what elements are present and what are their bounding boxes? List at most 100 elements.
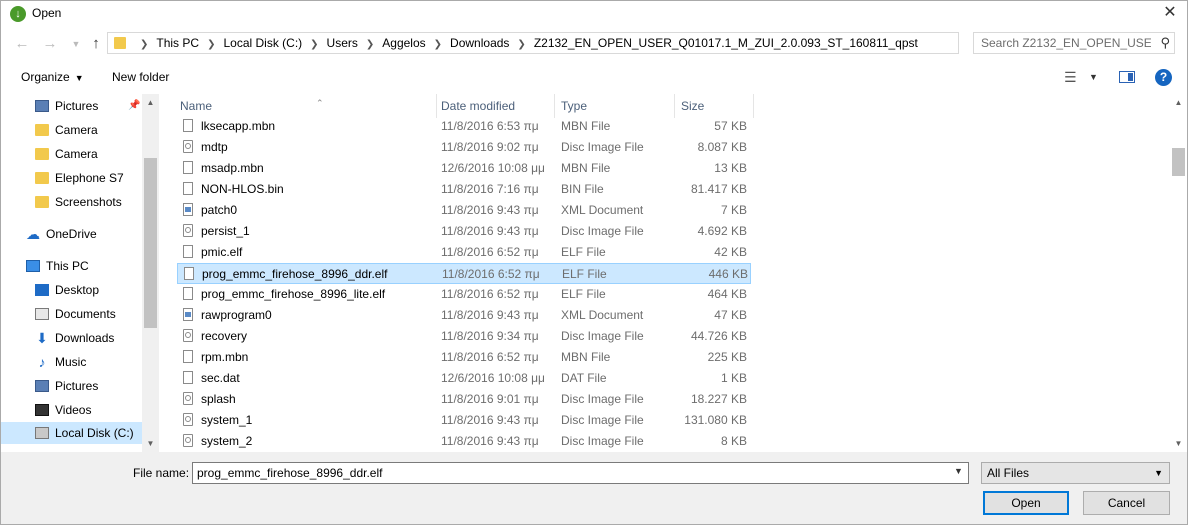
- forward-button[interactable]: →: [41, 34, 59, 54]
- nav-item-desktop[interactable]: Desktop: [35, 279, 99, 301]
- breadcrumb-aggelos[interactable]: Aggelos: [380, 33, 427, 53]
- nav-item-music[interactable]: ♪ Music: [35, 351, 87, 373]
- nav-item-camera-2[interactable]: Camera: [35, 143, 98, 165]
- nav-scroll-thumb[interactable]: [144, 158, 157, 328]
- table-row[interactable]: prog_emmc_firehose_8996_ddr.elf 11/8/2016…: [177, 263, 751, 284]
- open-button[interactable]: Open: [983, 491, 1069, 515]
- table-row[interactable]: recovery 11/8/2016 9:34 πμ Disc Image File…: [177, 326, 751, 347]
- file-name-input[interactable]: [192, 462, 969, 484]
- table-row[interactable]: msadp.mbn 12/6/2016 10:08 μμ MBN File 13 KB: [177, 158, 751, 179]
- column-header-name[interactable]: Name ⌃: [174, 94, 437, 118]
- nav-scrollbar[interactable]: ▲ ▼: [142, 94, 159, 452]
- scroll-up-icon[interactable]: ▲: [142, 94, 159, 111]
- table-row[interactable]: lksecapp.mbn 11/8/2016 6:53 πμ MBN File 57 …: [177, 116, 751, 137]
- scroll-down-icon[interactable]: ▼: [142, 435, 159, 452]
- file-name-text: splash: [201, 392, 236, 406]
- preview-pane-icon[interactable]: [1119, 71, 1135, 83]
- table-row[interactable]: pmic.elf 11/8/2016 6:52 πμ ELF File 42 KB: [177, 242, 751, 263]
- up-button[interactable]: ↑: [87, 34, 105, 54]
- table-row[interactable]: persist_1 11/8/2016 9:43 πμ Disc Image Fil…: [177, 221, 751, 242]
- search-icon: ⚲: [1160, 35, 1170, 50]
- cancel-button[interactable]: Cancel: [1083, 491, 1170, 515]
- disc-image-icon: [183, 329, 193, 343]
- help-icon[interactable]: ?: [1155, 69, 1172, 86]
- table-row[interactable]: mdtp 11/8/2016 9:02 πμ Disc Image File 8.08…: [177, 137, 751, 158]
- pictures-icon: [35, 99, 49, 112]
- file-size-cell: 8 KB: [720, 434, 747, 448]
- organize-label: Organize: [21, 70, 70, 84]
- nav-item-videos[interactable]: Videos: [35, 399, 91, 421]
- table-row[interactable]: rawprogram0 11/8/2016 9:43 πμ XML Document…: [177, 305, 751, 326]
- column-header-date[interactable]: Date modified: [435, 94, 555, 118]
- column-header-type[interactable]: Type: [555, 94, 675, 118]
- nav-item-camera[interactable]: Camera: [35, 119, 98, 141]
- chevron-right-icon[interactable]: ❯: [304, 35, 324, 55]
- file-size-cell: 13 KB: [714, 161, 747, 175]
- column-header-size[interactable]: Size: [675, 94, 754, 118]
- table-row[interactable]: system_1 11/8/2016 9:43 πμ Disc Image File…: [177, 410, 751, 431]
- file-name-cell: NON-HLOS.bin: [183, 179, 433, 200]
- address-bar[interactable]: ❯ This PC ❯ Local Disk (C:) ❯ Users ❯ Aggelos ❯ D…: [107, 32, 1060, 55]
- table-row[interactable]: NON-HLOS.bin 11/8/2016 7:16 πμ BIN File 81.…: [177, 179, 751, 200]
- date-modified-cell: 11/8/2016 9:43 πμ: [441, 203, 539, 217]
- search-input[interactable]: Search Z2132_EN_OPEN_USER.... ⚲: [973, 32, 1175, 54]
- date-modified-cell: 12/6/2016 10:08 μμ: [441, 371, 545, 385]
- table-row[interactable]: sec.dat 12/6/2016 10:08 μμ DAT File 1 KB: [177, 368, 751, 389]
- chevron-right-icon[interactable]: ❯: [428, 35, 448, 55]
- file-type-cell: XML Document: [561, 308, 644, 322]
- nav-item-elephone-s7[interactable]: Elephone S7: [35, 167, 124, 189]
- breadcrumb-current-folder[interactable]: Z2132_EN_OPEN_USER_Q01017.1_M_ZUI_2.0.09…: [532, 33, 920, 53]
- onedrive-icon: ☁: [26, 225, 40, 242]
- file-name-dropdown-icon[interactable]: ▼: [954, 466, 963, 476]
- chevron-down-icon[interactable]: ▼: [1089, 72, 1098, 82]
- breadcrumb-downloads[interactable]: Downloads: [448, 33, 511, 53]
- file-name-text: system_2: [201, 434, 253, 448]
- file-size-cell: 44.726 KB: [690, 329, 747, 343]
- chevron-right-icon[interactable]: ❯: [201, 35, 221, 55]
- nav-item-label: Videos: [55, 403, 92, 417]
- chevron-right-icon[interactable]: ❯: [511, 35, 531, 55]
- date-modified-cell: 11/8/2016 9:01 πμ: [441, 392, 539, 406]
- table-row[interactable]: prog_emmc_firehose_8996_lite.elf 11/8/201…: [177, 284, 751, 305]
- xml-icon: [183, 203, 193, 217]
- close-icon: ✕: [1163, 4, 1177, 21]
- table-row[interactable]: system_2 11/8/2016 9:43 πμ Disc Image File…: [177, 431, 751, 452]
- date-modified-cell: 11/8/2016 6:52 πμ: [441, 287, 539, 301]
- nav-item-pictures[interactable]: Pictures: [35, 375, 98, 397]
- nav-item-pictures-quick[interactable]: Pictures: [35, 95, 98, 117]
- view-options-icon[interactable]: ☰: [1064, 69, 1077, 86]
- breadcrumb-this-pc[interactable]: This PC: [154, 33, 201, 53]
- new-folder-button[interactable]: New folder: [112, 70, 169, 84]
- file-list-scroll-thumb[interactable]: [1172, 148, 1185, 176]
- scroll-up-icon[interactable]: ▲: [1170, 94, 1187, 111]
- recent-locations-button[interactable]: ▼: [67, 34, 85, 54]
- nav-item-this-pc[interactable]: This PC: [26, 255, 89, 277]
- nav-item-local-disk[interactable]: Local Disk (C:): [1, 422, 142, 444]
- breadcrumb-users[interactable]: Users: [325, 33, 360, 53]
- nav-item-onedrive[interactable]: ☁ OneDrive: [26, 223, 97, 245]
- file-type-select[interactable]: All Files ▼: [981, 462, 1170, 484]
- pin-icon[interactable]: 📌: [128, 100, 140, 111]
- file-type-cell: Disc Image File: [561, 224, 644, 238]
- close-button[interactable]: ✕: [1153, 1, 1187, 27]
- file-size-cell: 57 KB: [714, 119, 747, 133]
- table-row[interactable]: patch0 11/8/2016 9:43 πμ XML Document 7 KB: [177, 200, 751, 221]
- nav-item-downloads[interactable]: ⬇ Downloads: [35, 327, 114, 349]
- file-icon: [183, 161, 193, 175]
- nav-item-label: Screenshots: [55, 195, 122, 209]
- table-row[interactable]: rpm.mbn 11/8/2016 6:52 πμ MBN File 225 KB: [177, 347, 751, 368]
- nav-item-documents[interactable]: Documents: [35, 303, 116, 325]
- scroll-down-icon[interactable]: ▼: [1170, 435, 1187, 452]
- file-list: Name ⌃ Date modified Type Size lksecapp.m…: [159, 94, 1187, 452]
- command-bar: Organize ▼ New folder ☰ ▼ ?: [1, 63, 1187, 93]
- documents-icon: [35, 307, 49, 320]
- table-row[interactable]: splash 11/8/2016 9:01 πμ Disc Image File 18…: [177, 389, 751, 410]
- date-modified-cell: 11/8/2016 6:52 πμ: [441, 245, 539, 259]
- chevron-right-icon[interactable]: ❯: [360, 35, 380, 55]
- file-list-scrollbar[interactable]: ▲ ▼: [1170, 94, 1187, 452]
- nav-item-screenshots[interactable]: Screenshots: [35, 191, 122, 213]
- back-button[interactable]: ←: [13, 34, 31, 54]
- breadcrumb-local-disk[interactable]: Local Disk (C:): [221, 33, 304, 53]
- date-modified-cell: 11/8/2016 6:52 πμ: [442, 267, 540, 281]
- organize-button[interactable]: Organize ▼: [21, 70, 84, 84]
